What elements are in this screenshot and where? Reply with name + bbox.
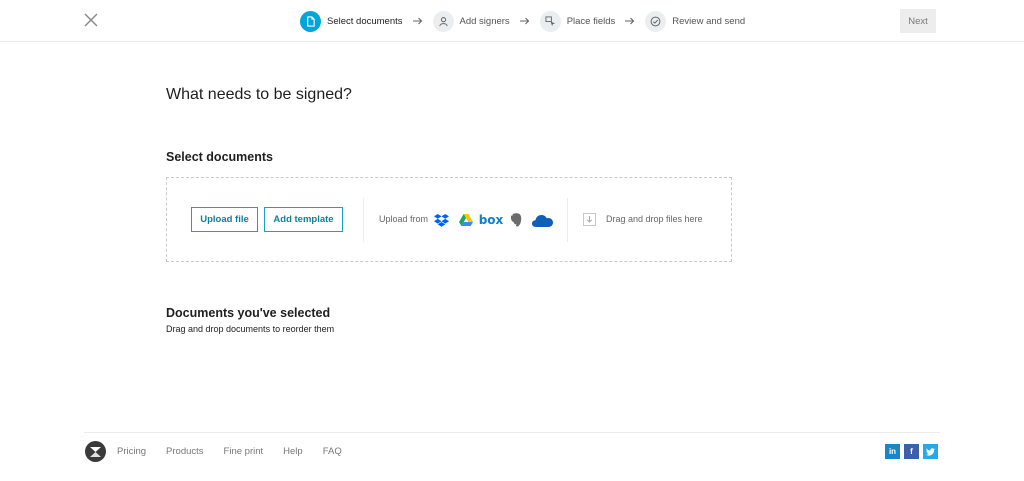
upload-from-label: Upload from bbox=[379, 214, 429, 224]
box-icon[interactable]: box bbox=[479, 211, 504, 229]
footer-divider bbox=[84, 432, 940, 433]
footer-link-fine-print[interactable]: Fine print bbox=[224, 446, 264, 457]
check-circle-icon bbox=[645, 10, 667, 32]
divider bbox=[363, 198, 364, 242]
footer-link-faq[interactable]: FAQ bbox=[323, 446, 342, 457]
next-button[interactable]: Next bbox=[900, 9, 936, 33]
dropbox-icon[interactable] bbox=[433, 211, 449, 229]
selected-documents-hint: Drag and drop documents to reorder them bbox=[166, 324, 335, 334]
arrow-right-icon bbox=[625, 17, 635, 25]
progress-steps: Select documents Add signers Place field… bbox=[300, 10, 745, 32]
brand-logo-icon[interactable] bbox=[85, 441, 106, 462]
onedrive-icon[interactable] bbox=[531, 211, 553, 229]
step-label: Review and send bbox=[672, 15, 746, 27]
twitter-icon[interactable] bbox=[923, 444, 938, 459]
step-label: Add signers bbox=[459, 15, 510, 27]
add-template-button[interactable]: Add template bbox=[264, 207, 343, 232]
document-icon bbox=[300, 10, 321, 32]
person-icon bbox=[432, 10, 454, 32]
google-drive-icon[interactable] bbox=[458, 211, 473, 229]
step-review-and-send[interactable]: Review and send bbox=[645, 10, 746, 32]
step-label: Place fields bbox=[566, 15, 616, 27]
select-documents-heading: Select documents bbox=[166, 150, 273, 164]
evernote-icon[interactable] bbox=[509, 211, 523, 229]
upload-file-button[interactable]: Upload file bbox=[191, 207, 258, 232]
facebook-icon[interactable]: f bbox=[904, 444, 919, 459]
drag-drop-hint: Drag and drop files here bbox=[606, 214, 703, 224]
page-title: What needs to be signed? bbox=[166, 86, 352, 103]
arrow-right-icon bbox=[412, 17, 423, 25]
top-bar: Select documents Add signers Place field… bbox=[0, 0, 1024, 42]
footer-link-help[interactable]: Help bbox=[283, 446, 303, 457]
step-select-documents[interactable]: Select documents bbox=[300, 10, 403, 32]
close-icon[interactable] bbox=[82, 11, 100, 29]
step-add-signers[interactable]: Add signers bbox=[432, 10, 510, 32]
step-label: Select documents bbox=[327, 15, 403, 27]
selected-documents-heading: Documents you've selected bbox=[166, 306, 331, 320]
footer-link-pricing[interactable]: Pricing bbox=[117, 446, 146, 457]
arrow-right-icon bbox=[519, 17, 530, 25]
linkedin-icon[interactable]: in bbox=[885, 444, 900, 459]
cursor-box-icon bbox=[539, 10, 561, 32]
divider bbox=[567, 198, 568, 242]
footer-nav: Pricing Products Fine print Help FAQ bbox=[117, 446, 362, 457]
download-tray-icon bbox=[583, 213, 596, 226]
document-dropzone[interactable]: Upload file Add template Upload from box bbox=[166, 177, 732, 262]
step-place-fields[interactable]: Place fields bbox=[539, 10, 616, 32]
footer-link-products[interactable]: Products bbox=[166, 446, 204, 457]
